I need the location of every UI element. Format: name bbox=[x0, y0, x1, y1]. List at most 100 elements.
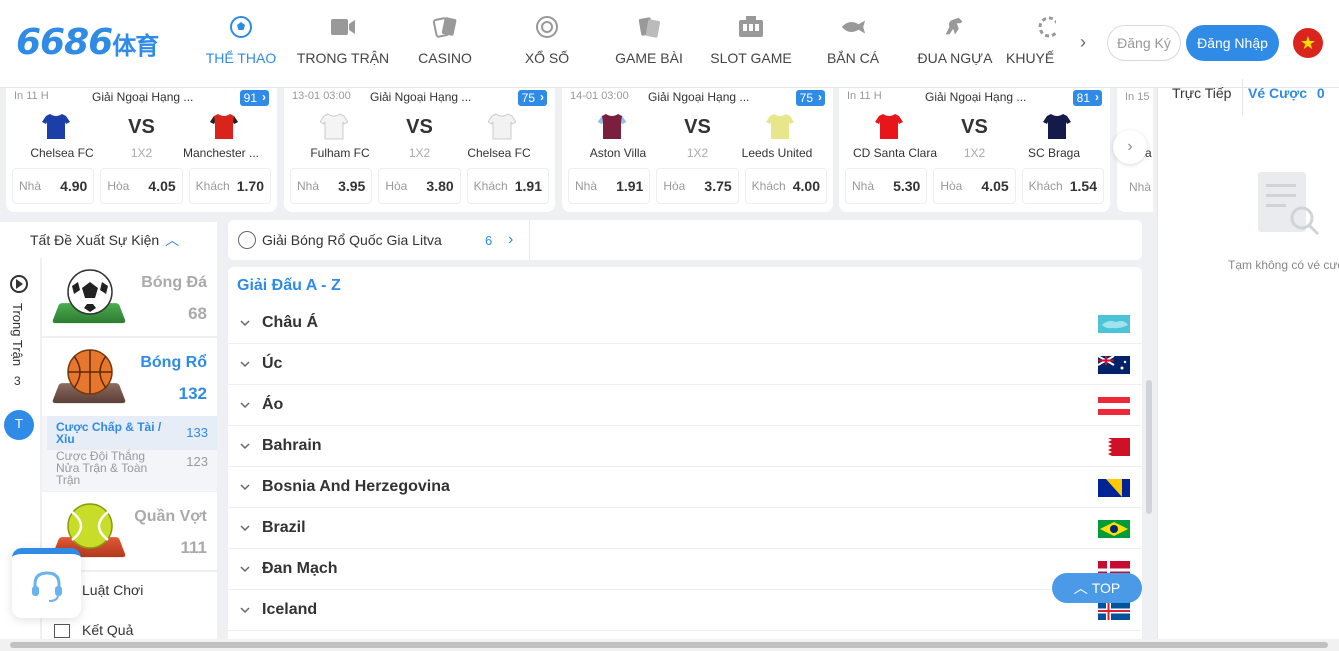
odd-home-button[interactable]: Nhà 1.91 bbox=[568, 168, 651, 204]
odd-draw-button[interactable]: Hòa 4.05 bbox=[100, 168, 183, 204]
nav-casino[interactable]: CASINO bbox=[394, 0, 496, 88]
odd-away-button[interactable]: Khách 1.70 bbox=[188, 168, 271, 204]
region-row[interactable]: Brazil bbox=[228, 508, 1142, 549]
sport-item-football[interactable]: Bóng Đá 68 bbox=[42, 258, 217, 336]
tab-tickets[interactable]: Vé Cược 0 bbox=[1242, 79, 1325, 115]
region-row[interactable]: Bosnia And Herzegovina bbox=[228, 467, 1142, 508]
featured-matches: In 11 H Giải Ngoại Hạng ... 91 VS Chelse… bbox=[0, 88, 1153, 213]
customer-support-button[interactable] bbox=[12, 548, 81, 618]
filter-count: 6 bbox=[485, 232, 493, 248]
tab-live[interactable]: Trực Tiếp bbox=[1172, 85, 1231, 115]
odd-draw-button[interactable]: Hòa 4.05 bbox=[933, 168, 1016, 204]
tennis-ball-icon bbox=[67, 503, 113, 549]
nav-fishing[interactable]: BẮN CÁ bbox=[802, 0, 904, 88]
more-markets-badge[interactable]: 75 bbox=[795, 89, 825, 106]
register-button[interactable]: Đăng Ký bbox=[1107, 25, 1181, 61]
odd-home-button[interactable]: Nhà 3.95 bbox=[290, 168, 373, 204]
region-label: Châu Á bbox=[262, 314, 318, 331]
filter-label: Giải Bóng Rổ Quốc Gia Litva bbox=[262, 232, 442, 248]
nav-sports[interactable]: THỂ THAO bbox=[190, 0, 292, 88]
sport-count: 132 bbox=[178, 384, 207, 403]
region-row[interactable]: Iceland bbox=[228, 590, 1142, 631]
more-markets-badge[interactable]: 75 bbox=[517, 89, 547, 106]
country-flag-icon bbox=[1098, 315, 1130, 333]
nav-label: THỂ THAO bbox=[205, 50, 277, 66]
match-time: In 15 bbox=[1125, 91, 1150, 103]
odd-away-button[interactable]: Khách 4.00 bbox=[744, 168, 827, 204]
live-badge[interactable]: T bbox=[4, 410, 34, 440]
match-card[interactable]: In 11 H Giải Ngoại Hạng ... 91 VS Chelse… bbox=[6, 88, 277, 212]
nav-label: XỔ SỐ bbox=[524, 50, 570, 66]
tab-label: Vé Cược bbox=[1248, 85, 1308, 101]
results-label: Kết Quả bbox=[82, 622, 134, 638]
subitem-label: Cược Chấp & Tài / Xỉu bbox=[56, 420, 162, 446]
login-button[interactable]: Đăng Nhập bbox=[1186, 25, 1279, 61]
odd-home-button[interactable]: Nhà 4.90 bbox=[12, 168, 95, 204]
odd-away-button[interactable]: Khách 1.54 bbox=[1021, 168, 1104, 204]
nav-label: GAME BÀI bbox=[615, 50, 683, 66]
away-team: Leeds United bbox=[741, 146, 813, 160]
region-row[interactable]: Úc bbox=[228, 344, 1142, 385]
fish-icon bbox=[840, 14, 866, 40]
nav-live[interactable]: TRONG TRẬN bbox=[292, 0, 394, 88]
country-flag-icon bbox=[1098, 356, 1130, 374]
nav-lottery[interactable]: XỔ SỐ bbox=[496, 0, 598, 88]
odd-home-button[interactable]: Nhà 5.30 bbox=[845, 168, 928, 204]
league-filter-bar: Giải Bóng Rổ Quốc Gia Litva 6 › bbox=[228, 220, 1142, 260]
scrollbar[interactable] bbox=[1146, 380, 1152, 514]
region-label: Iceland bbox=[262, 601, 318, 618]
back-to-top-button[interactable]: ︿ TOP bbox=[1052, 573, 1142, 603]
scrollbar-thumb[interactable] bbox=[10, 642, 1328, 648]
live-label: Trong Trận bbox=[10, 303, 25, 367]
rules-label: Luật Chơi bbox=[82, 582, 144, 598]
nav-label: TRONG TRẬN bbox=[296, 50, 390, 66]
region-row[interactable]: Đan Mạch bbox=[228, 549, 1142, 590]
carousel-next-button[interactable]: › bbox=[1113, 130, 1147, 164]
nav-label: BẮN CÁ bbox=[826, 50, 880, 66]
leagues-panel: Giải Đấu A - Z Châu Á Úc Áo Bahrain Bosnia A… bbox=[228, 267, 1142, 651]
horizontal-scrollbar[interactable] bbox=[0, 639, 1339, 651]
chevron-down-icon bbox=[240, 443, 250, 450]
nav-label: CASINO bbox=[418, 50, 472, 66]
ticket-count: 0 bbox=[1316, 85, 1325, 101]
nav-card-games[interactable]: GAME BÀI bbox=[598, 0, 700, 88]
league-filter-item[interactable]: Giải Bóng Rổ Quốc Gia Litva 6 › bbox=[228, 220, 530, 260]
match-league: Giải Ngoại Hạng ... bbox=[925, 90, 1027, 104]
odd-away-button[interactable]: Khách 1.91 bbox=[466, 168, 549, 204]
horse-icon bbox=[942, 14, 968, 40]
subitem-handicap-over-under[interactable]: Cược Chấp & Tài / Xỉu 133 bbox=[56, 421, 208, 445]
suggested-events-header[interactable]: Tất Đề Xuất Sự Kiện ︿ bbox=[0, 222, 217, 258]
nav-promotions[interactable]: KHUYẾ bbox=[1006, 0, 1056, 88]
more-markets-badge[interactable]: 91 bbox=[239, 89, 269, 106]
region-row[interactable]: Áo bbox=[228, 385, 1142, 426]
radio-button[interactable] bbox=[238, 231, 256, 249]
region-label: Brazil bbox=[262, 519, 306, 536]
match-card[interactable]: In 11 H Giải Ngoại Hạng ... 81 VS CD San… bbox=[839, 88, 1110, 212]
match-league: Giải Ngoại Hạng ... bbox=[92, 90, 194, 104]
away-jersey-icon bbox=[766, 114, 794, 139]
odd-draw-button[interactable]: Hòa 3.80 bbox=[378, 168, 461, 204]
sport-item-basketball[interactable]: Bóng Rổ 132 bbox=[42, 338, 217, 416]
odd-label: Nhà bbox=[1129, 180, 1152, 194]
nav-next-icon[interactable]: › bbox=[1080, 32, 1086, 53]
match-card[interactable]: 14-01 03:00 Giải Ngoại Hạng ... 75 VS As… bbox=[562, 88, 833, 212]
bet-slip-tabs: Trực Tiếp Vé Cược 0 bbox=[1158, 79, 1339, 118]
soccer-ball-icon bbox=[67, 269, 113, 315]
away-jersey-icon bbox=[1043, 114, 1071, 139]
subitem-half-full-time[interactable]: Cược Đội Thắng Nửa Trận & Toàn Trận 123 bbox=[56, 450, 208, 486]
region-row[interactable]: Châu Á bbox=[228, 303, 1142, 344]
more-markets-badge[interactable]: 81 bbox=[1072, 89, 1102, 106]
chevron-right-icon: › bbox=[508, 231, 514, 248]
match-card[interactable]: 13-01 03:00 Giải Ngoại Hạng ... 75 VS Fu… bbox=[284, 88, 555, 212]
playing-cards-icon bbox=[432, 14, 458, 40]
vietnam-flag-icon[interactable]: ★ bbox=[1293, 28, 1323, 58]
match-league: Giải Ngoại Hạng ... bbox=[370, 90, 472, 104]
region-row[interactable]: Bahrain bbox=[228, 426, 1142, 467]
nav-slot-games[interactable]: SLOT GAME bbox=[700, 0, 802, 88]
match-time: 14-01 03:00 bbox=[570, 90, 629, 102]
match-header: 13-01 03:00 Giải Ngoại Hạng ... 75 bbox=[292, 89, 547, 106]
region-label: Đan Mạch bbox=[262, 560, 338, 577]
odd-draw-button[interactable]: Hòa 3.75 bbox=[656, 168, 739, 204]
nav-horse-racing[interactable]: ĐUA NGỰA bbox=[904, 0, 1006, 88]
site-logo[interactable]: 6686体育 bbox=[16, 22, 159, 63]
